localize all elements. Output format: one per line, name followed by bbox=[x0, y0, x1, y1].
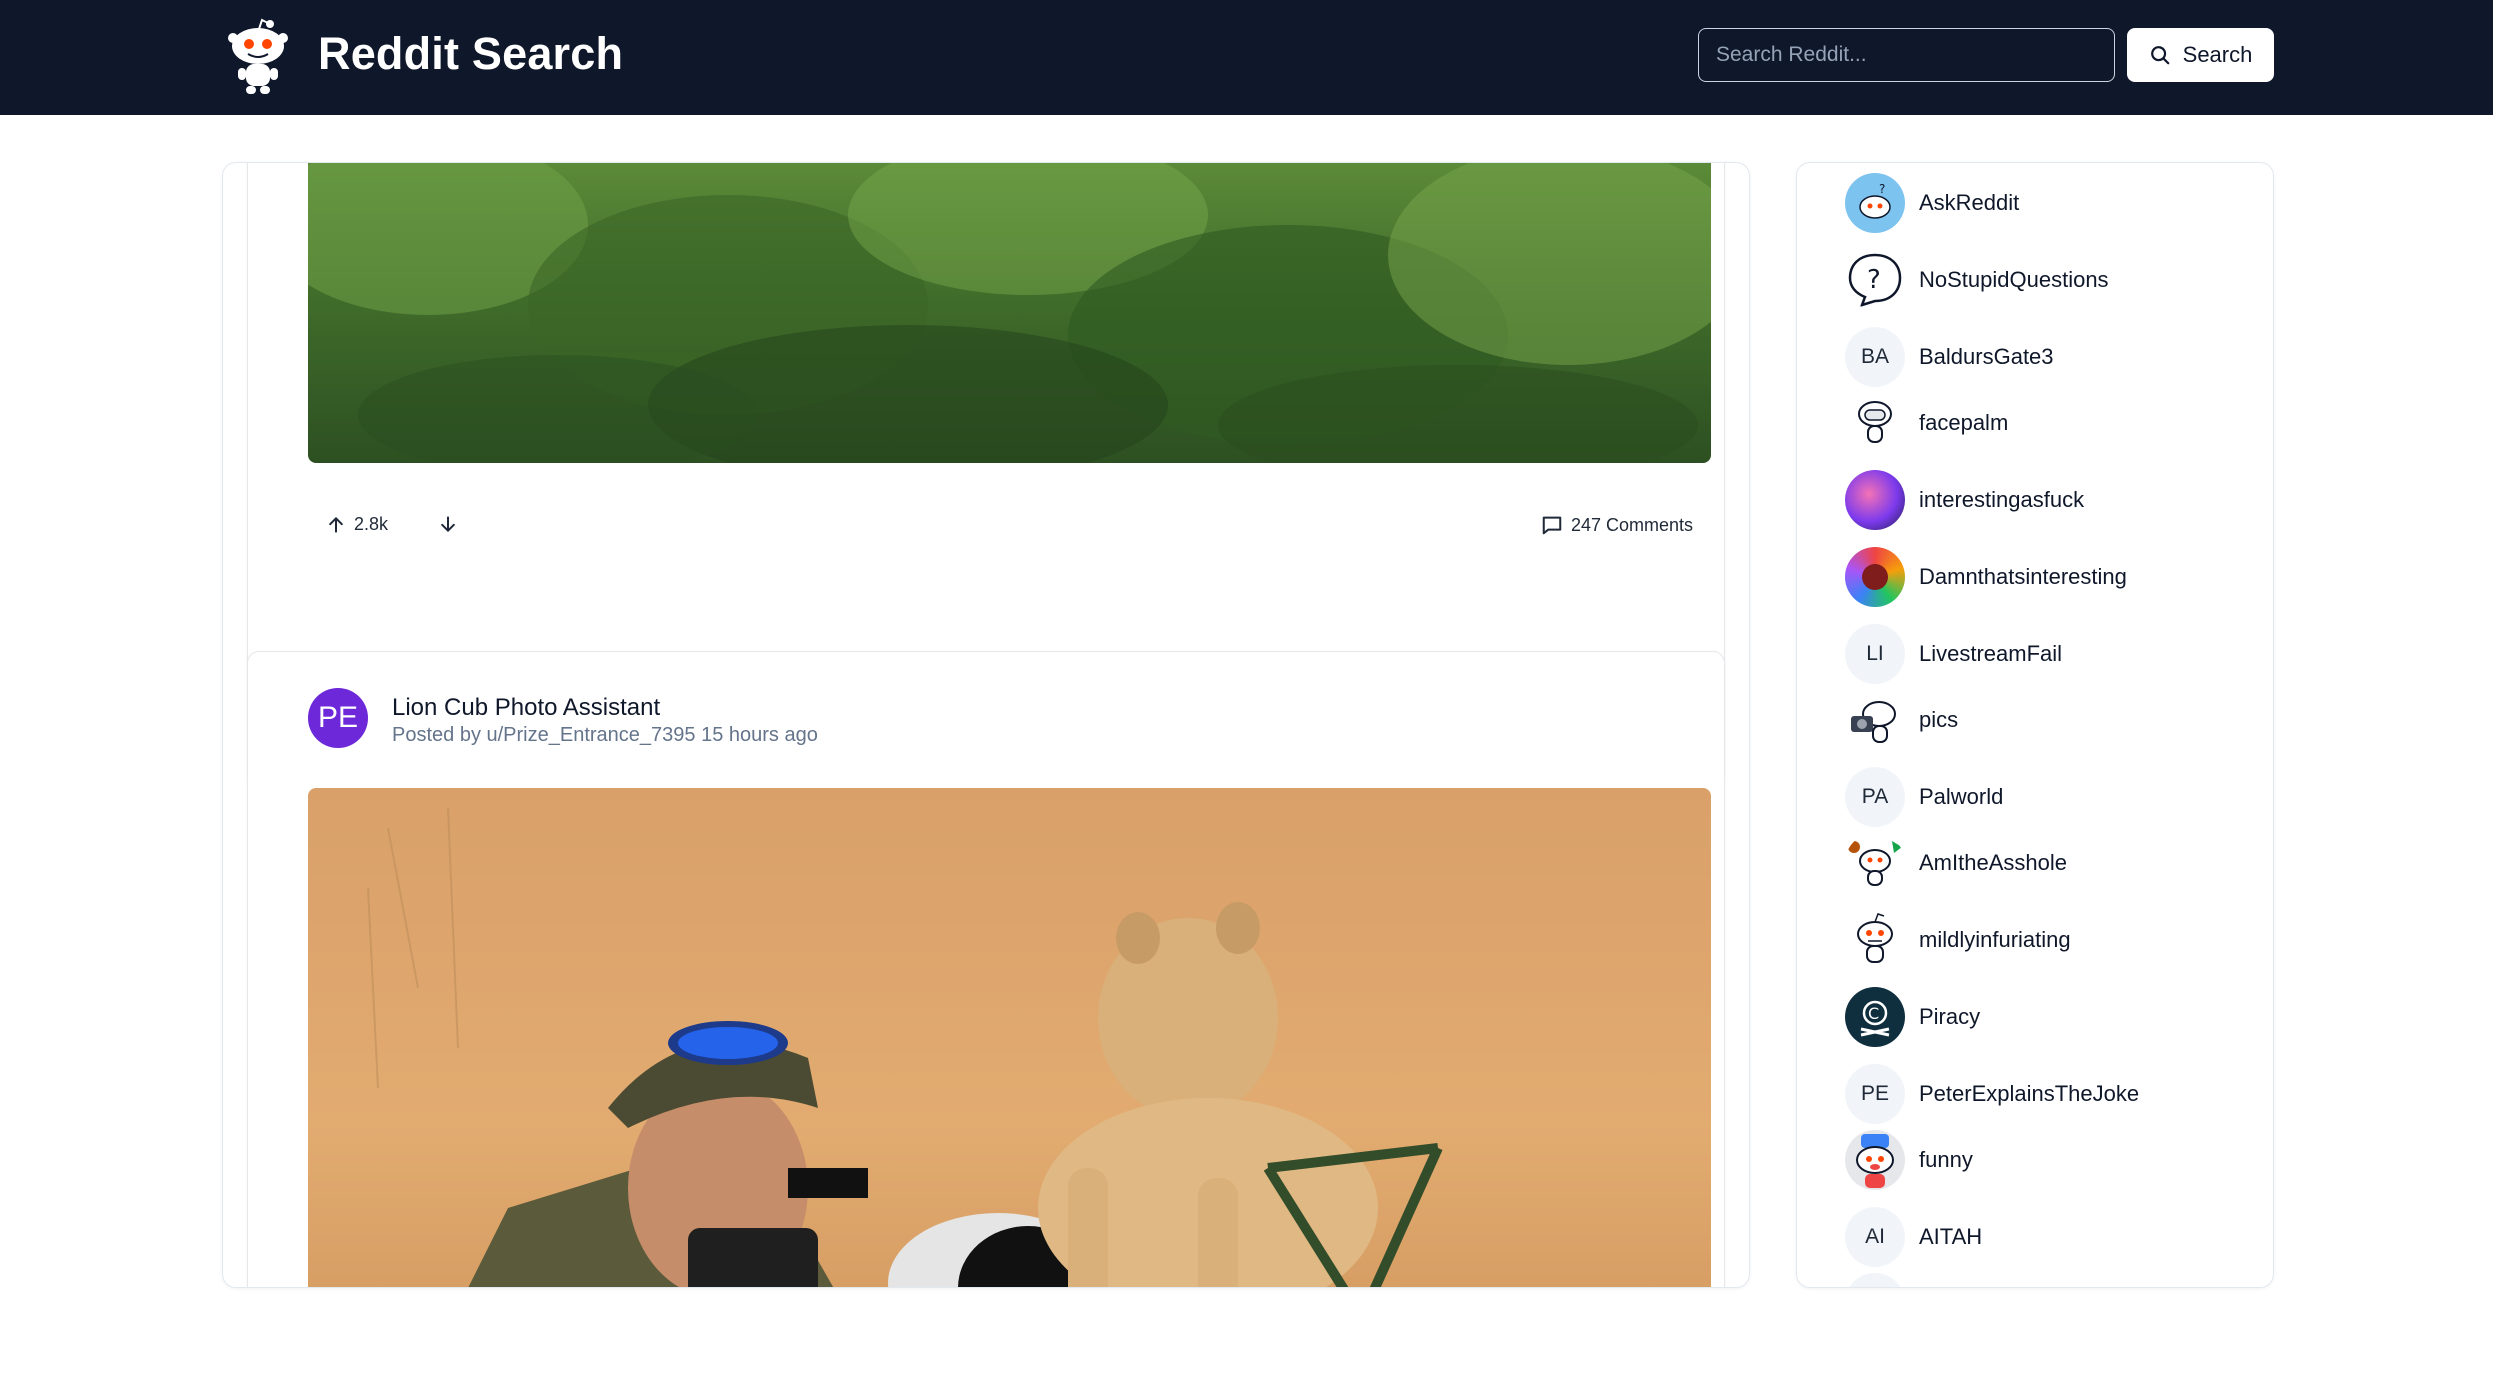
question-mark-icon: ? bbox=[1845, 250, 1905, 310]
sidebar-item-aitah[interactable]: AI AITAH bbox=[1845, 1207, 1982, 1267]
post-image-lion-cub[interactable] bbox=[308, 788, 1711, 1287]
sidebar-item-label: Piracy bbox=[1919, 1004, 1981, 1029]
arrow-down-icon bbox=[441, 516, 455, 532]
post-meta: Posted by u/Prize_Entrance_7395 15 hours… bbox=[392, 724, 818, 746]
sidebar-item-label: Damnthatsinteresting bbox=[1919, 564, 2127, 589]
funny-icon bbox=[1845, 1130, 1905, 1190]
facepalm-icon bbox=[1845, 393, 1905, 453]
post-title[interactable]: Lion Cub Photo Assistant bbox=[392, 694, 660, 722]
sidebar-item-label: pics bbox=[1919, 707, 1959, 732]
subreddit-sidebar[interactable]: ? AskReddit ? NoStupidQuestions BA Baldu… bbox=[1796, 162, 2274, 1288]
sidebar-item-label: AmItheAsshole bbox=[1919, 850, 2067, 875]
sidebar-item-interestingasfuck[interactable]: interestingasfuck bbox=[1845, 470, 2084, 530]
sidebar-item-label: BaldursGate3 bbox=[1919, 344, 2054, 369]
sidebar-item-label: mildlyinfuriating bbox=[1919, 927, 2071, 952]
upvote-button[interactable]: 2.8k bbox=[326, 514, 388, 535]
sidebar-item-label: interestingasfuck bbox=[1919, 487, 2085, 512]
search-button[interactable]: Search bbox=[2127, 28, 2274, 82]
avatar: LI bbox=[1845, 624, 1905, 684]
avatar: BA bbox=[1845, 327, 1905, 387]
askreddit-icon: ? bbox=[1845, 173, 1905, 233]
search-input[interactable] bbox=[1698, 28, 2115, 82]
sidebar-item-label: Palworld bbox=[1919, 784, 2004, 809]
sidebar-item-peterexplainsthejoke[interactable]: PE PeterExplainsTheJoke bbox=[1845, 1064, 2139, 1124]
damnthatsinteresting-icon bbox=[1845, 547, 1905, 607]
search-icon bbox=[2150, 46, 2169, 65]
piracy-icon: C bbox=[1845, 987, 1905, 1047]
downvote-button[interactable] bbox=[438, 514, 458, 534]
app-title: Reddit Search bbox=[318, 28, 624, 79]
sidebar-item-piracy[interactable]: C Piracy bbox=[1845, 987, 1980, 1047]
sidebar-item-label: AskReddit bbox=[1919, 190, 2020, 215]
pics-icon bbox=[1845, 690, 1905, 750]
comments-count: 247 Comments bbox=[1570, 514, 1693, 535]
avatar[interactable]: PE bbox=[308, 688, 368, 748]
post-feed[interactable]: 2.8k 247 Comments PE Lion Cub Photo Assi… bbox=[222, 162, 1750, 1288]
sidebar-item-partial[interactable] bbox=[1845, 1273, 1905, 1287]
comments-button[interactable]: 247 Comments bbox=[1541, 514, 1693, 536]
amitheasshole-icon bbox=[1845, 833, 1905, 893]
sidebar-item-label: funny bbox=[1919, 1147, 1973, 1172]
svg-text:C: C bbox=[1868, 1004, 1879, 1023]
sidebar-item-funny[interactable]: funny bbox=[1845, 1130, 1973, 1190]
sidebar-item-amitheasshole[interactable]: AmItheAsshole bbox=[1845, 833, 2067, 893]
avatar: PA bbox=[1845, 767, 1905, 827]
sidebar-item-baldursgate3[interactable]: BA BaldursGate3 bbox=[1845, 327, 2054, 387]
mildlyinfuriating-icon bbox=[1845, 910, 1905, 970]
sidebar-item-label: NoStupidQuestions bbox=[1919, 267, 2109, 292]
sidebar-item-palworld[interactable]: PA Palworld bbox=[1845, 767, 2003, 827]
sidebar-item-pics[interactable]: pics bbox=[1845, 690, 1958, 750]
sidebar-item-label: facepalm bbox=[1919, 410, 2009, 435]
avatar: PE bbox=[1845, 1064, 1905, 1124]
sidebar-item-askreddit[interactable]: ? AskReddit bbox=[1845, 173, 2019, 233]
sidebar-item-label: PeterExplainsTheJoke bbox=[1919, 1081, 2140, 1106]
svg-text:?: ? bbox=[1879, 182, 1885, 196]
svg-text:?: ? bbox=[1867, 265, 1881, 295]
upvote-count: 2.8k bbox=[354, 514, 389, 534]
sidebar-item-livestreamfail[interactable]: LI LivestreamFail bbox=[1845, 624, 2062, 684]
comment-icon bbox=[1542, 516, 1562, 535]
sidebar-item-facepalm[interactable]: facepalm bbox=[1845, 393, 2008, 453]
avatar: AI bbox=[1845, 1207, 1905, 1267]
sidebar-item-nostupidquestions[interactable]: ? NoStupidQuestions bbox=[1845, 250, 2109, 310]
sidebar-item-damnthatsinteresting[interactable]: Damnthatsinteresting bbox=[1845, 547, 2127, 607]
avatar bbox=[1845, 1273, 1905, 1287]
sidebar-item-label: AITAH bbox=[1919, 1224, 1983, 1249]
search-button-label: Search bbox=[2182, 42, 2253, 67]
sidebar-item-label: LivestreamFail bbox=[1919, 641, 2063, 666]
top-navbar: Reddit Search Search bbox=[0, 0, 2493, 115]
reddit-logo-icon[interactable] bbox=[228, 16, 288, 96]
arrow-up-icon bbox=[329, 516, 343, 533]
interestingasfuck-icon bbox=[1845, 470, 1905, 530]
post-actions: 2.8k 247 Comments bbox=[308, 502, 1711, 562]
sidebar-item-mildlyinfuriating[interactable]: mildlyinfuriating bbox=[1845, 910, 2071, 970]
post-image-shrubs[interactable] bbox=[308, 163, 1711, 463]
post-card: PE Lion Cub Photo Assistant Posted by u/… bbox=[247, 651, 1725, 1287]
